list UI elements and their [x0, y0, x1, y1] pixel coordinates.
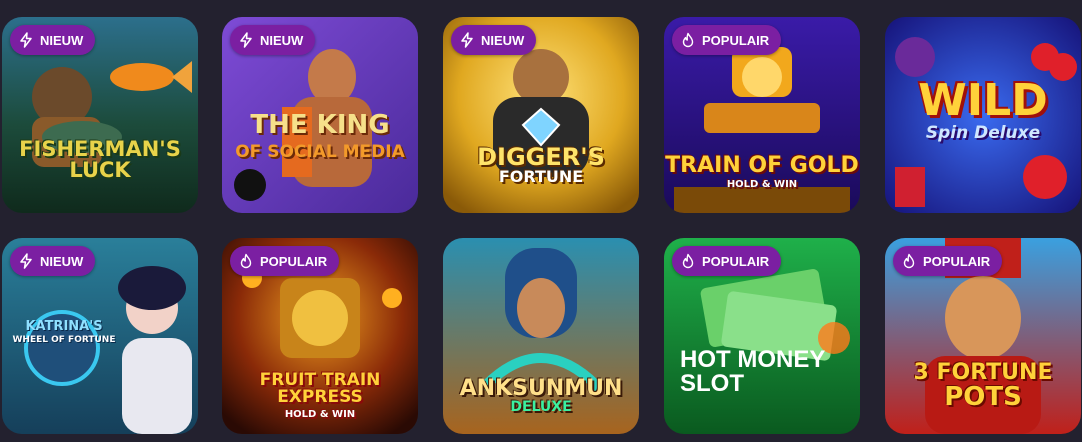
game-title: Train of Gold Hold & Win [664, 155, 860, 190]
game-title-line1: The King [250, 110, 390, 140]
game-title-line1: Anksunmun [459, 376, 623, 401]
game-title-line1: Wild [918, 75, 1048, 126]
badge-nieuw: NIEUW [230, 25, 316, 55]
game-title-line1: Fisherman's [19, 137, 181, 161]
game-title-line2: Fortune [498, 167, 584, 186]
flame-icon [682, 32, 694, 48]
game-title-line1: Hot Money [680, 346, 826, 373]
flame-icon [682, 253, 694, 269]
game-title-line2: of Social Media [235, 142, 405, 162]
game-tile-fishermans-luck[interactable]: NIEUW Fisherman's Luck [2, 17, 198, 213]
game-title-line1: 3 Fortune [913, 360, 1053, 385]
game-tile-train-of-gold[interactable]: POPULAIR Train of Gold Hold & Win [664, 17, 860, 213]
game-title-line1: Train of Gold [665, 153, 859, 178]
game-title-line2: Spin Deluxe [925, 123, 1041, 143]
game-title: Fisherman's Luck [2, 139, 198, 181]
lightning-icon [240, 32, 252, 48]
game-grid: NIEUW Fisherman's Luck NIEUW T [0, 0, 1082, 442]
game-title-line2: Deluxe [510, 399, 572, 415]
game-tile-king-of-social-media[interactable]: NIEUW The King of Social Media [222, 17, 418, 213]
game-title: Wild Spin Deluxe [885, 79, 1081, 142]
badge-populair: POPULAIR [672, 246, 782, 276]
game-title-line1: Katrina's [25, 319, 103, 334]
game-title: Katrina's Wheel of Fortune [8, 320, 120, 345]
lightning-icon [20, 253, 32, 269]
game-title-line2: Slot [680, 370, 744, 397]
badge-label: NIEUW [260, 32, 304, 48]
badge-label: NIEUW [481, 32, 525, 48]
badge-label: NIEUW [40, 253, 84, 269]
game-tile-diggers-fortune[interactable]: NIEUW Digger's Fortune [443, 17, 639, 213]
game-title: The King of Social Media [222, 112, 418, 161]
game-tile-fruit-train-express[interactable]: POPULAIR Fruit Train Express Hold & Win [222, 238, 418, 434]
game-title-line2: Hold & Win [726, 179, 798, 190]
game-tile-hot-money-slot[interactable]: POPULAIR Hot Money Slot [664, 238, 860, 434]
badge-nieuw: NIEUW [10, 25, 96, 55]
game-title: Digger's Fortune [443, 145, 639, 185]
badge-label: POPULAIR [260, 253, 328, 269]
badge-label: POPULAIR [923, 253, 991, 269]
game-title-line2: Pots [944, 382, 1022, 412]
lightning-icon [20, 32, 32, 48]
game-title-line2: Wheel of Fortune [12, 335, 116, 345]
game-tile-3-fortune-pots[interactable]: POPULAIR 3 Fortune Pots [885, 238, 1081, 434]
badge-nieuw: NIEUW [10, 246, 96, 276]
badge-nieuw: NIEUW [451, 25, 537, 55]
game-title-line2: Luck [69, 158, 131, 182]
badge-populair: POPULAIR [672, 25, 782, 55]
game-tile-katrinas-wheel-of-fortune[interactable]: NIEUW Katrina's Wheel of Fortune [2, 238, 198, 434]
game-tile-anksunmun-deluxe[interactable]: Anksunmun Deluxe [443, 238, 639, 434]
game-title: Fruit Train Express Hold & Win [222, 372, 418, 420]
game-title-line1: Digger's [477, 143, 605, 171]
game-title: 3 Fortune Pots [885, 360, 1081, 412]
flame-icon [903, 253, 915, 269]
game-title-line1: Fruit Train Express [259, 370, 381, 407]
game-tile-wild-spin-deluxe[interactable]: Wild Spin Deluxe [885, 17, 1081, 213]
flame-icon [240, 253, 252, 269]
badge-populair: POPULAIR [893, 246, 1003, 276]
badge-label: POPULAIR [702, 253, 770, 269]
lightning-icon [461, 32, 473, 48]
badge-label: NIEUW [40, 32, 84, 48]
badge-label: POPULAIR [702, 32, 770, 48]
game-title: Anksunmun Deluxe [443, 376, 639, 415]
badge-populair: POPULAIR [230, 246, 340, 276]
game-title: Hot Money Slot [680, 348, 825, 396]
game-title-line2: Hold & Win [284, 409, 356, 420]
